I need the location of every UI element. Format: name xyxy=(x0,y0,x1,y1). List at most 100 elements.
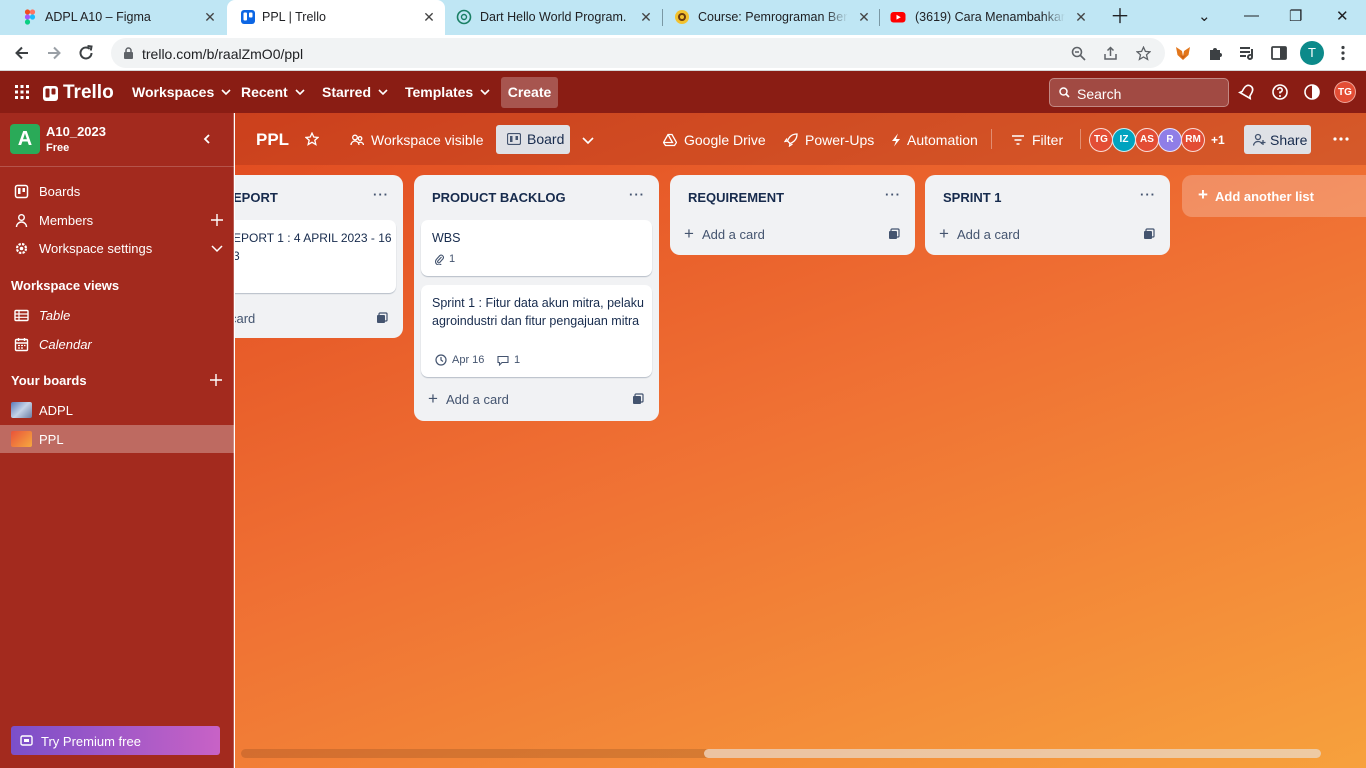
list-title[interactable]: REQUIREMENT xyxy=(688,190,784,205)
address-bar[interactable]: trello.com/b/raalZmO0/ppl xyxy=(111,38,1165,68)
star-icon[interactable] xyxy=(305,132,319,146)
close-window-icon[interactable]: ✕ xyxy=(1336,7,1349,25)
add-board-icon[interactable] xyxy=(209,373,223,387)
templates-menu[interactable]: Templates xyxy=(405,84,490,100)
chevron-down-icon[interactable] xyxy=(210,241,224,255)
extensions-icon[interactable] xyxy=(1207,44,1225,62)
lock-icon[interactable] xyxy=(123,47,134,59)
sidebar-board-adpl[interactable]: ADPL xyxy=(0,396,234,424)
member-avatar[interactable]: IZ xyxy=(1112,128,1136,152)
app-switcher-icon[interactable] xyxy=(13,83,31,101)
zoom-icon[interactable] xyxy=(1071,46,1086,61)
minimize-icon[interactable]: — xyxy=(1244,7,1259,24)
theme-toggle-icon[interactable] xyxy=(1303,83,1321,101)
account-avatar[interactable]: TG xyxy=(1334,81,1356,103)
powerups-button[interactable]: Power-Ups xyxy=(784,132,874,148)
sidebar-item-workspace-settings[interactable]: Workspace settings xyxy=(0,234,234,262)
sidebar-item-calendar[interactable]: Calendar xyxy=(0,330,234,358)
google-drive-button[interactable]: Google Drive xyxy=(663,132,766,148)
add-member-icon[interactable] xyxy=(210,213,224,227)
chevron-down-icon xyxy=(221,89,231,96)
tab-youtube[interactable]: (3619) Cara Menambahkan Il ✕ xyxy=(880,0,1096,35)
workspace-name[interactable]: A10_2023 xyxy=(46,124,106,139)
share-page-icon[interactable] xyxy=(1103,46,1118,61)
sidebar-item-table[interactable]: Table xyxy=(0,301,234,329)
create-button[interactable]: Create xyxy=(501,77,558,108)
filter-button[interactable]: Filter xyxy=(1011,132,1063,148)
card-template-icon[interactable] xyxy=(632,393,644,405)
list-actions-icon[interactable]: ··· xyxy=(629,187,645,202)
close-tab-icon[interactable]: ✕ xyxy=(856,9,872,25)
scrollbar-thumb[interactable] xyxy=(704,749,1321,758)
automation-button[interactable]: Automation xyxy=(891,132,978,148)
paperclip-icon xyxy=(435,254,444,265)
media-control-icon[interactable] xyxy=(1238,44,1256,62)
card[interactable]: WBS 1 xyxy=(421,220,652,276)
sidebar-item-members[interactable]: Members xyxy=(0,206,234,234)
tab-chatgpt[interactable]: Dart Hello World Program. ✕ xyxy=(446,0,662,35)
search-input[interactable]: Search xyxy=(1049,78,1229,107)
bookmark-star-icon[interactable] xyxy=(1136,46,1151,61)
member-avatar[interactable]: RM xyxy=(1181,128,1205,152)
card-template-icon[interactable] xyxy=(888,228,900,240)
workspace-avatar[interactable]: A xyxy=(10,124,40,154)
close-tab-icon[interactable]: ✕ xyxy=(638,9,654,25)
add-card-button[interactable]: + Add a card xyxy=(428,389,509,409)
board-menu-icon[interactable] xyxy=(1333,132,1349,146)
extra-members-count[interactable]: +1 xyxy=(1211,133,1225,147)
share-button[interactable]: Share xyxy=(1244,125,1311,154)
notifications-icon[interactable] xyxy=(1238,83,1256,101)
workspaces-menu[interactable]: Workspaces xyxy=(132,84,231,100)
add-card-button[interactable]: card xyxy=(235,308,255,328)
workspace-visible-icon xyxy=(350,134,364,146)
add-list-button[interactable]: + Add another list xyxy=(1182,175,1366,217)
member-avatar[interactable]: TG xyxy=(1089,128,1113,152)
card-template-icon[interactable] xyxy=(1143,228,1155,240)
try-premium-button[interactable]: Try Premium free xyxy=(11,726,220,755)
recent-menu[interactable]: Recent xyxy=(241,84,305,100)
help-icon[interactable] xyxy=(1271,83,1289,101)
close-tab-icon[interactable]: ✕ xyxy=(421,9,437,25)
back-icon[interactable] xyxy=(13,44,31,62)
chatgpt-icon xyxy=(456,9,472,25)
calendar-icon xyxy=(14,337,29,351)
board-view-button[interactable]: Board xyxy=(496,125,570,154)
starred-menu[interactable]: Starred xyxy=(322,84,388,100)
member-avatar[interactable]: AS xyxy=(1135,128,1159,152)
profile-avatar[interactable]: T xyxy=(1300,41,1324,65)
sidebar-board-ppl[interactable]: PPL xyxy=(0,425,234,453)
restore-icon[interactable]: ❐ xyxy=(1289,7,1302,25)
tab-figma[interactable]: ADPL A10 – Figma ✕ xyxy=(0,0,226,35)
list-actions-icon[interactable]: ··· xyxy=(885,187,901,202)
list-title[interactable]: SPRINT 1 xyxy=(943,190,1002,205)
visibility-button[interactable]: Workspace visible xyxy=(350,132,484,148)
university-icon xyxy=(675,10,689,24)
views-chevron-down-icon[interactable] xyxy=(581,133,595,147)
board-title[interactable]: PPL xyxy=(256,130,289,150)
tab-search-icon[interactable]: ⌄ xyxy=(1198,7,1211,25)
add-card-button[interactable]: + Add a card xyxy=(684,224,765,244)
metamask-icon[interactable] xyxy=(1174,44,1192,62)
list-title[interactable]: PRODUCT BACKLOG xyxy=(432,190,566,205)
list-actions-icon[interactable]: ··· xyxy=(1140,187,1156,202)
forward-icon[interactable] xyxy=(45,44,63,62)
tab-course[interactable]: Course: Pemrograman Berba ✕ xyxy=(663,0,879,35)
close-tab-icon[interactable]: ✕ xyxy=(202,9,218,25)
collapse-sidebar-icon[interactable] xyxy=(201,133,213,145)
member-avatar[interactable]: R xyxy=(1158,128,1182,152)
chrome-menu-icon[interactable] xyxy=(1334,44,1352,62)
reload-icon[interactable] xyxy=(77,44,95,62)
tab-trello[interactable]: PPL | Trello ✕ xyxy=(227,0,445,35)
horizontal-scrollbar[interactable] xyxy=(241,749,1321,758)
trello-logo[interactable]: Trello xyxy=(43,82,114,104)
card[interactable]: EPORT 1 : 4 APRIL 2023 - 16 3 xyxy=(235,220,396,293)
card-template-icon[interactable] xyxy=(376,312,388,324)
list-title[interactable]: EPORT xyxy=(235,190,278,205)
add-card-button[interactable]: + Add a card xyxy=(939,224,1020,244)
list-actions-icon[interactable]: ··· xyxy=(373,187,389,202)
card[interactable]: Sprint 1 : Fitur data akun mitra, pelaku… xyxy=(421,285,652,377)
sidebar-item-boards[interactable]: Boards xyxy=(0,177,234,205)
close-tab-icon[interactable]: ✕ xyxy=(1073,9,1089,25)
new-tab-icon[interactable]: ＋ xyxy=(1110,7,1130,27)
side-panel-icon[interactable] xyxy=(1270,44,1288,62)
